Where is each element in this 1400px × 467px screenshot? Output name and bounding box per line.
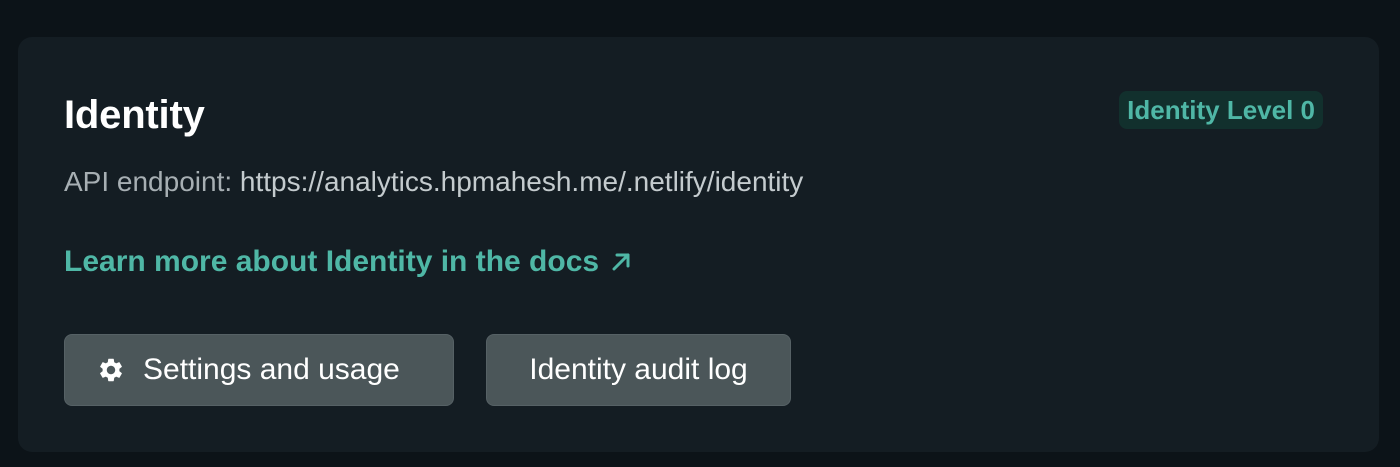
api-endpoint-url: https://analytics.hpmahesh.me/.netlify/i… (239, 166, 804, 197)
api-endpoint: API endpoint: https://analytics.hpmahesh… (64, 164, 803, 200)
settings-and-usage-button[interactable]: Settings and usage (64, 334, 454, 406)
gear-icon (97, 356, 125, 384)
identity-audit-log-button[interactable]: Identity audit log (486, 334, 791, 406)
identity-level-badge: Identity Level 0 (1119, 91, 1323, 129)
docs-link-label: Learn more about Identity in the docs (64, 245, 600, 278)
identity-audit-log-label: Identity audit log (529, 353, 748, 386)
card-title: Identity (64, 93, 205, 137)
docs-link[interactable]: Learn more about Identity in the docs (64, 243, 633, 281)
api-endpoint-label: API endpoint: (64, 166, 233, 197)
identity-card: Identity Identity Level 0 API endpoint: … (18, 37, 1379, 452)
external-arrow-icon (612, 253, 630, 271)
settings-and-usage-label: Settings and usage (143, 353, 400, 386)
